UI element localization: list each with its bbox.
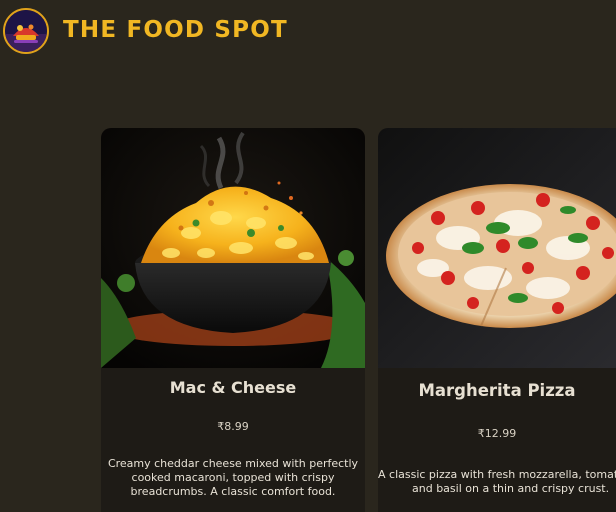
- description-line: cooked macaroni, topped with crispy: [131, 471, 335, 484]
- site-header: THE FOOD SPOT: [0, 0, 616, 64]
- menu-item-price: ₹12.99: [477, 427, 517, 440]
- description-line: breadcrumbs. A classic comfort food.: [130, 485, 336, 498]
- description-line: and basil on a thin and crispy crust.: [412, 482, 610, 495]
- mac-and-cheese-photo: [101, 128, 365, 368]
- menu-card-mac-and-cheese[interactable]: Mac & Cheese ₹8.99 Creamy cheddar cheese…: [101, 128, 365, 512]
- brand-name[interactable]: THE FOOD SPOT: [63, 17, 288, 43]
- menu-item-title: Mac & Cheese: [169, 378, 297, 397]
- margherita-pizza-photo: [378, 128, 616, 368]
- menu-item-title: Margherita Pizza: [418, 381, 576, 400]
- menu-item-description: A classic pizza with fresh mozzarella, t…: [378, 468, 616, 496]
- logo-graphic: [5, 10, 47, 52]
- mac-and-cheese-illustration: [101, 128, 365, 368]
- page: THE FOOD SPOT Mac & Cheese ₹8.99 Creamy …: [0, 0, 616, 512]
- food-spot-logo-icon[interactable]: [3, 8, 49, 54]
- description-line: A classic pizza with fresh mozzarella, t…: [378, 468, 616, 481]
- margherita-pizza-illustration: [378, 128, 616, 368]
- menu-card-margherita-pizza[interactable]: Margherita Pizza ₹12.99 A classic pizza …: [378, 128, 616, 512]
- menu-item-description: Creamy cheddar cheese mixed with perfect…: [105, 457, 361, 499]
- description-line: Creamy cheddar cheese mixed with perfect…: [107, 457, 359, 470]
- menu-item-price: ₹8.99: [217, 420, 249, 433]
